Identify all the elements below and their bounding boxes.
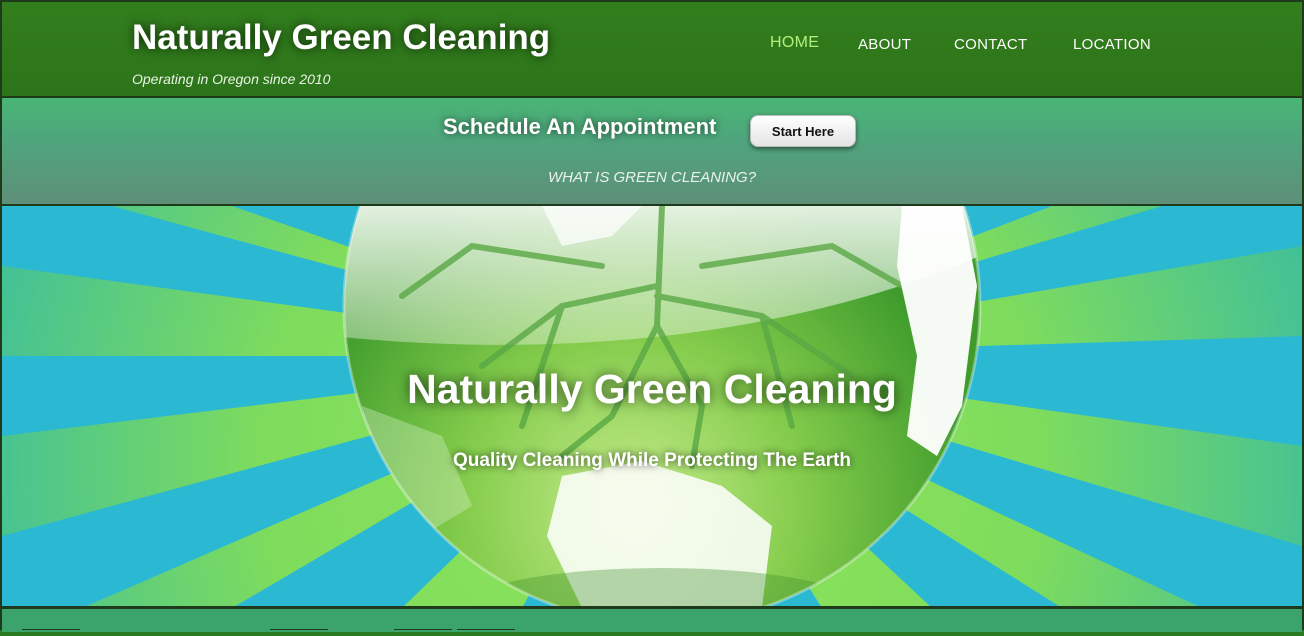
content-tab-stub <box>457 629 515 636</box>
nav-contact[interactable]: CONTACT <box>954 36 1027 53</box>
site-tagline: Operating in Oregon since 2010 <box>132 71 331 87</box>
site-header: Naturally Green Cleaning Operating in Or… <box>2 2 1302 98</box>
content-tab-stub <box>22 629 80 636</box>
what-is-green-cleaning-text[interactable]: WHAT IS GREEN CLEANING? <box>548 169 756 186</box>
content-tab-stub <box>394 629 452 636</box>
start-here-button[interactable]: Start Here <box>750 115 856 147</box>
content-tab-stub <box>270 629 328 636</box>
nav-about[interactable]: ABOUT <box>858 36 911 53</box>
hero-banner: Naturally Green Cleaning Quality Cleanin… <box>2 206 1302 608</box>
appointment-band: Schedule An Appointment Start Here WHAT … <box>2 98 1302 206</box>
site-title[interactable]: Naturally Green Cleaning <box>132 18 550 58</box>
hero-title: Naturally Green Cleaning <box>407 366 897 412</box>
what-is-green-cleaning-link: WHAT IS GREEN CLEANING? <box>2 169 1302 186</box>
nav-location[interactable]: LOCATION <box>1073 36 1151 53</box>
schedule-heading: Schedule An Appointment <box>443 114 717 139</box>
nav-home[interactable]: HOME <box>770 34 819 52</box>
content-strip <box>2 606 1302 632</box>
page: Naturally Green Cleaning Operating in Or… <box>0 0 1304 632</box>
hero-subtitle: Quality Cleaning While Protecting The Ea… <box>453 450 851 471</box>
